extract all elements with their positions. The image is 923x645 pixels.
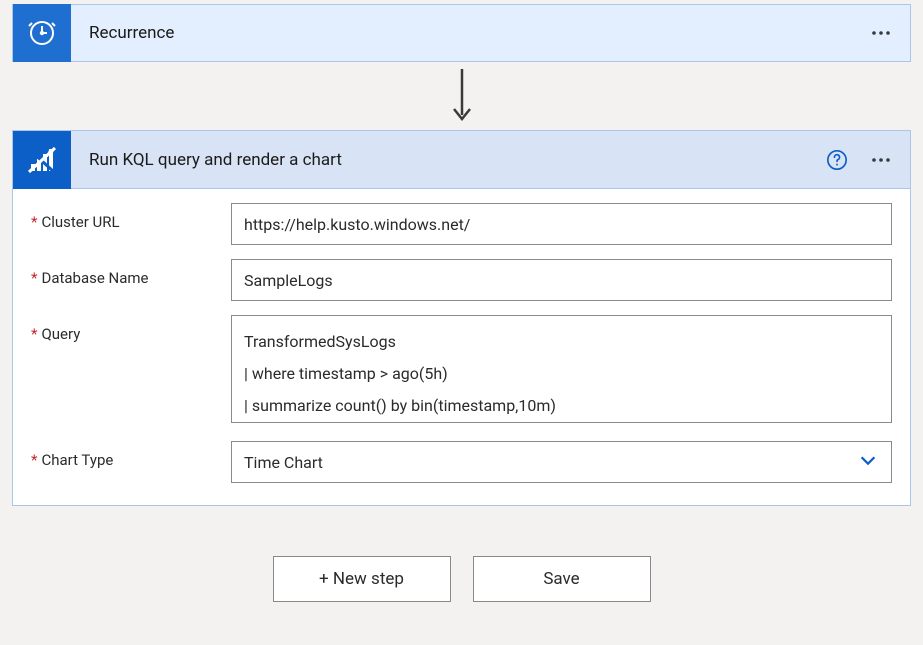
recurrence-card[interactable]: Recurrence (12, 4, 911, 62)
label-database-name-text: Database Name (41, 269, 148, 287)
input-query[interactable] (231, 315, 892, 423)
row-chart-type: *Chart Type Time Chart (31, 441, 892, 483)
select-chart-type-value: Time Chart (244, 453, 323, 472)
connector-arrow (12, 62, 911, 130)
kql-title: Run KQL query and render a chart (71, 150, 822, 170)
new-step-button[interactable]: + New step (273, 556, 451, 602)
clock-icon (13, 4, 71, 62)
arrow-down-icon (450, 67, 474, 125)
label-cluster-url-text: Cluster URL (41, 213, 119, 231)
recurrence-title: Recurrence (71, 23, 858, 43)
help-icon (826, 149, 848, 171)
required-marker: * (31, 213, 37, 231)
row-database-name: *Database Name (31, 259, 892, 301)
label-database-name: *Database Name (31, 259, 231, 287)
required-marker: * (31, 451, 37, 469)
row-query: *Query (31, 315, 892, 427)
select-chart-type[interactable]: Time Chart (231, 441, 892, 483)
kql-card-body: *Cluster URL *Database Name *Query (13, 189, 910, 505)
kql-more-button[interactable] (858, 137, 904, 183)
label-chart-type: *Chart Type (31, 441, 231, 469)
chevron-down-icon (857, 449, 879, 475)
label-query-text: Query (41, 325, 80, 343)
save-label: Save (543, 569, 579, 589)
kql-icon (13, 131, 71, 189)
label-chart-type-text: Chart Type (41, 451, 113, 469)
kql-card-header[interactable]: Run KQL query and render a chart (13, 131, 910, 189)
label-cluster-url: *Cluster URL (31, 203, 231, 231)
designer-canvas: Recurrence (0, 0, 923, 645)
help-button[interactable] (822, 145, 852, 175)
new-step-label: + New step (319, 569, 404, 589)
required-marker: * (31, 269, 37, 287)
more-icon (869, 148, 893, 172)
recurrence-more-button[interactable] (858, 10, 904, 56)
row-cluster-url: *Cluster URL (31, 203, 892, 245)
footer-actions: + New step Save (12, 556, 911, 602)
required-marker: * (31, 325, 37, 343)
input-cluster-url[interactable] (231, 203, 892, 245)
save-button[interactable]: Save (473, 556, 651, 602)
label-query: *Query (31, 315, 231, 343)
input-database-name[interactable] (231, 259, 892, 301)
kql-card: Run KQL query and render a chart *Cluste… (12, 130, 911, 506)
